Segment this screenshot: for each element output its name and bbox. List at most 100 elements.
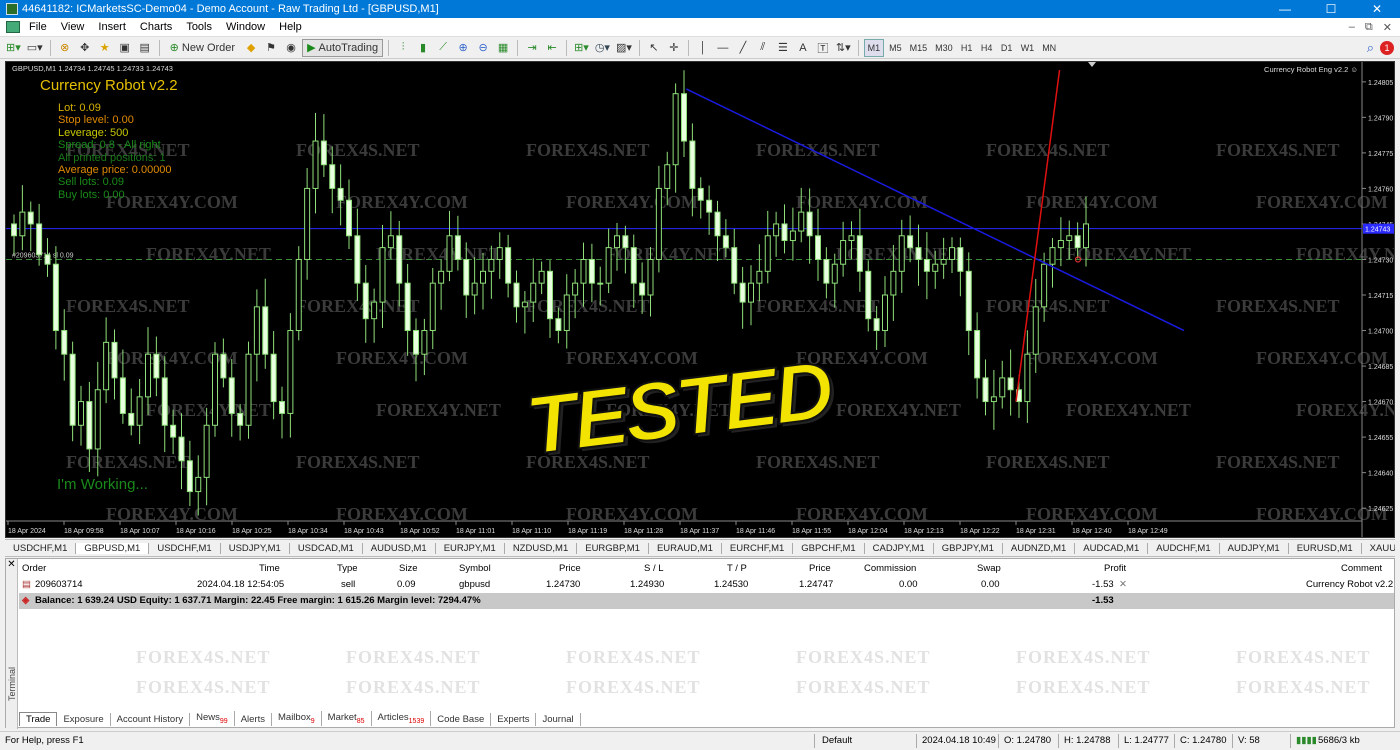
col-tp[interactable]: T / P <box>727 563 747 574</box>
maximize-button[interactable]: ☐ <box>1308 2 1354 16</box>
crosshair-icon[interactable]: ✛ <box>665 39 683 57</box>
symbol-tab[interactable]: GBPJPY,M1 <box>934 542 1003 554</box>
symbol-tab[interactable]: NZDUSD,M1 <box>505 542 578 554</box>
chart-shift-icon[interactable]: ⇤ <box>543 39 561 57</box>
col-size[interactable]: Size <box>399 563 417 574</box>
terminal-tab[interactable]: Trade <box>19 712 58 726</box>
periods-icon[interactable]: ◷▾ <box>593 39 612 57</box>
terminal-tab[interactable]: Articles1539 <box>372 711 432 726</box>
timeframe-w1[interactable]: W1 <box>1018 39 1038 57</box>
signals-icon[interactable]: ⚑ <box>262 39 280 57</box>
tester-icon[interactable]: ▤ <box>136 39 154 57</box>
symbol-tab[interactable]: AUDUSD,M1 <box>363 542 436 554</box>
col-time[interactable]: Time <box>259 563 280 574</box>
fibonacci-icon[interactable]: ☰ <box>774 39 792 57</box>
menu-insert[interactable]: Insert <box>91 21 133 33</box>
text-tool-icon[interactable]: A <box>794 39 812 57</box>
terminal-tab[interactable]: Code Base <box>431 713 492 726</box>
new-order-button[interactable]: ⊕ New Order <box>165 39 240 57</box>
symbol-tab[interactable]: USDCAD,M1 <box>290 542 363 554</box>
templates-icon[interactable]: ▨▾ <box>614 39 634 57</box>
terminal-tab[interactable]: Journal <box>536 713 581 726</box>
timeframe-h1[interactable]: H1 <box>958 39 976 57</box>
vertical-line-icon[interactable]: │ <box>694 39 712 57</box>
child-close-icon[interactable]: ✕ <box>1383 21 1392 34</box>
profiles-icon[interactable]: ▭▾ <box>25 39 45 57</box>
timeframe-m5[interactable]: M5 <box>886 39 905 57</box>
close-terminal-icon[interactable]: ✕ <box>6 559 17 570</box>
timeframe-d1[interactable]: D1 <box>998 39 1016 57</box>
symbol-tab[interactable]: USDCHF,M1 <box>149 542 221 554</box>
menu-window[interactable]: Window <box>219 21 272 33</box>
bar-chart-icon[interactable]: ⫶ <box>394 39 412 57</box>
col-price[interactable]: Price <box>559 563 581 574</box>
favorites-icon[interactable]: ★ <box>96 39 114 57</box>
symbol-tab[interactable]: AUDCAD,M1 <box>1075 542 1149 554</box>
terminal-tab[interactable]: Experts <box>491 713 537 726</box>
table-row[interactable]: ▤ 209603714 2024.04.18 12:54:05 sell 0.0… <box>19 577 1394 593</box>
terminal-tab[interactable]: Mailbox9 <box>272 711 322 726</box>
symbol-tab[interactable]: EURGBP,M1 <box>577 542 649 554</box>
menu-tools[interactable]: Tools <box>179 21 219 33</box>
col-commission[interactable]: Commission <box>864 563 916 574</box>
menu-charts[interactable]: Charts <box>133 21 179 33</box>
close-order-icon[interactable]: ✕ <box>1119 579 1127 590</box>
new-chart-icon[interactable]: ⊞▾ <box>4 39 23 57</box>
symbol-tab[interactable]: CADJPY,M1 <box>865 542 934 554</box>
child-minimize-icon[interactable]: – <box>1349 21 1355 34</box>
autoscroll-icon[interactable]: ⇥ <box>523 39 541 57</box>
terminal-tab[interactable]: News99 <box>190 711 235 726</box>
timeframe-mn[interactable]: MN <box>1039 39 1059 57</box>
cell-sl[interactable]: 1.24930 <box>630 579 664 590</box>
zoom-out-icon[interactable]: ⊖ <box>474 39 492 57</box>
market-watch-icon[interactable]: ⊗ <box>56 39 74 57</box>
timeframe-m30[interactable]: M30 <box>932 39 956 57</box>
col-type[interactable]: Type <box>337 563 358 574</box>
terminal-icon[interactable]: ▣ <box>116 39 134 57</box>
symbol-tab[interactable]: USDCHF,M1 <box>5 542 77 554</box>
navigator-icon[interactable]: ✥ <box>76 39 94 57</box>
menu-view[interactable]: View <box>54 21 92 33</box>
symbol-tab[interactable]: EURUSD,M1 <box>1289 542 1362 554</box>
terminal-tab[interactable]: Exposure <box>57 713 111 726</box>
symbol-tab[interactable]: EURJPY,M1 <box>436 542 505 554</box>
timeframe-h4[interactable]: H4 <box>978 39 996 57</box>
cursor-icon[interactable]: ↖ <box>645 39 663 57</box>
indicators-icon[interactable]: ⊞▾ <box>572 39 591 57</box>
col-swap[interactable]: Swap <box>977 563 1001 574</box>
trendline-icon[interactable]: ╱ <box>734 39 752 57</box>
timeframe-m15[interactable]: M15 <box>907 39 931 57</box>
col-comment[interactable]: Comment <box>1341 563 1382 574</box>
tile-windows-icon[interactable]: ▦ <box>494 39 512 57</box>
line-chart-icon[interactable]: ⟋ <box>434 39 452 57</box>
metaeditor-icon[interactable]: ◆ <box>242 39 260 57</box>
symbol-tab[interactable]: EURAUD,M1 <box>649 542 722 554</box>
price-chart[interactable]: FOREX4S.NET FOREX4S.NET FOREX4S.NET FOREX4S… <box>5 61 1395 538</box>
col-profit[interactable]: Profit <box>1104 563 1126 574</box>
arrows-icon[interactable]: ⇅▾ <box>834 39 853 57</box>
notifications-icon[interactable]: 1 <box>1380 40 1394 55</box>
symbol-tab[interactable]: USDJPY,M1 <box>221 542 290 554</box>
timeframe-m1[interactable]: M1 <box>863 38 885 57</box>
cell-tp[interactable]: 1.24530 <box>714 579 748 590</box>
symbol-tab[interactable]: GBPCHF,M1 <box>793 542 865 554</box>
symbol-tab[interactable]: AUDNZD,M1 <box>1003 542 1076 554</box>
symbol-tab[interactable]: EURCHF,M1 <box>722 542 794 554</box>
symbol-tab[interactable]: AUDCHF,M1 <box>1148 542 1220 554</box>
col-sl[interactable]: S / L <box>644 563 664 574</box>
menu-help[interactable]: Help <box>272 21 309 33</box>
symbol-tab[interactable]: AUDJPY,M1 <box>1220 542 1289 554</box>
menu-file[interactable]: File <box>22 21 54 33</box>
terminal-tab[interactable]: Account History <box>111 713 191 726</box>
col-current-price[interactable]: Price <box>809 563 831 574</box>
symbol-tab[interactable]: XAUUSD,M1 <box>1362 543 1395 554</box>
text-label-icon[interactable]: 🅃 <box>814 39 832 57</box>
search-icon[interactable]: ⌕ <box>1367 40 1374 56</box>
col-symbol[interactable]: Symbol <box>459 563 491 574</box>
col-order[interactable]: Order <box>22 563 46 574</box>
symbol-tab[interactable]: GBPUSD,M1 <box>76 542 150 554</box>
equidistant-channel-icon[interactable]: ⫽ <box>754 39 772 57</box>
candlestick-icon[interactable]: ▮ <box>414 39 432 57</box>
terminal-tab[interactable]: Alerts <box>235 713 272 726</box>
terminal-tab[interactable]: Market85 <box>322 711 372 726</box>
